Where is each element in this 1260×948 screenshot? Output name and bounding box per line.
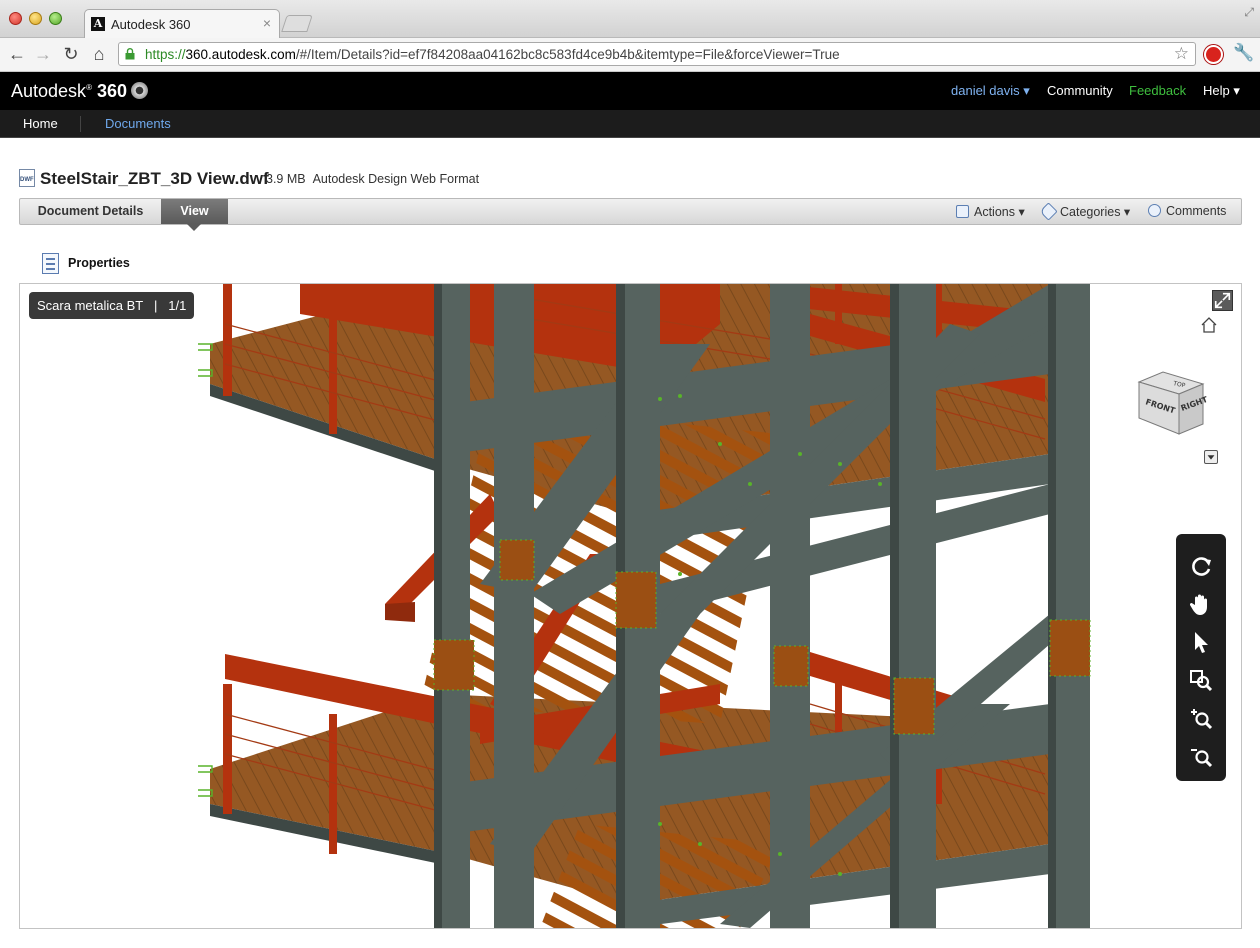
tab-title: Autodesk 360	[111, 17, 191, 32]
document-title: SteelStair_ZBT_3D View.dwf	[40, 169, 269, 188]
zoom-out-icon[interactable]	[1187, 742, 1215, 770]
home-icon[interactable]: ⌂	[88, 43, 110, 65]
fullscreen-icon[interactable]	[1212, 290, 1233, 311]
navigation-toolbar	[1176, 534, 1226, 781]
autodesk-favicon-icon: A	[91, 17, 105, 31]
tab-close-icon[interactable]: ×	[263, 15, 271, 31]
actions-icon	[956, 205, 969, 218]
sheet-name: Scara metalica BT	[37, 298, 144, 313]
categories-label: Categories	[1060, 205, 1121, 219]
url-scheme: https://	[145, 47, 186, 62]
user-name: daniel davis	[951, 83, 1020, 98]
app-header: Autodesk® 360 daniel davis ▾ Community F…	[0, 72, 1260, 110]
browser-tab[interactable]: A Autodesk 360 ×	[84, 9, 280, 38]
actions-label: Actions	[974, 205, 1015, 219]
reload-icon[interactable]: ↻	[60, 43, 82, 65]
viewcube-menu-icon[interactable]	[1204, 450, 1218, 464]
zoom-window-icon[interactable]	[1187, 666, 1215, 694]
file-size: 3.9 MB	[266, 172, 306, 186]
dwf-viewer[interactable]: Scara metalica BT | 1/1 TOP FRONT RIGHT	[19, 283, 1242, 929]
autodesk-disc-icon	[131, 82, 149, 99]
back-icon[interactable]: ←	[6, 43, 28, 65]
wrench-icon[interactable]: 🔧	[1233, 43, 1254, 63]
comment-bubble-icon	[1148, 204, 1161, 217]
sheet-indicator[interactable]: Scara metalica BT | 1/1	[29, 292, 195, 319]
brand-logo[interactable]: Autodesk® 360	[11, 81, 149, 102]
sheet-page: 1/1	[168, 298, 187, 313]
fullscreen-arrows-icon[interactable]: ⤢	[1244, 5, 1254, 20]
sub-navigation: Home Documents	[0, 110, 1260, 138]
star-icon[interactable]: ☆	[1174, 44, 1189, 64]
address-bar[interactable]: https://360.autodesk.com/#/Item/Details?…	[118, 42, 1196, 66]
view-cube[interactable]: TOP FRONT RIGHT	[1135, 366, 1207, 440]
stop-extension-icon[interactable]	[1204, 45, 1223, 64]
properties-icon[interactable]	[42, 253, 59, 274]
new-tab-button[interactable]	[281, 15, 313, 32]
url-text: https://360.autodesk.com/#/Item/Details?…	[145, 47, 840, 62]
actions-menu[interactable]: Actions ▾	[956, 204, 1025, 219]
close-window-button[interactable]	[9, 12, 22, 25]
feedback-link[interactable]: Feedback	[1129, 83, 1186, 98]
file-format: Autodesk Design Web Format	[312, 172, 480, 186]
orbit-icon[interactable]	[1187, 552, 1215, 580]
nav-home[interactable]: Home	[23, 116, 58, 131]
tab-document-details[interactable]: Document Details	[20, 199, 161, 224]
brand-text: Autodesk	[11, 81, 87, 101]
tab-view[interactable]: View	[161, 199, 228, 224]
forward-icon[interactable]: →	[32, 43, 54, 65]
nav-divider	[80, 116, 81, 132]
dwf-file-icon: DWF	[19, 169, 35, 187]
dwf-icon-label: DWF	[20, 177, 34, 183]
categories-menu[interactable]: Categories ▾	[1039, 202, 1130, 221]
view-home-icon[interactable]	[1200, 316, 1218, 334]
user-menu[interactable]: daniel davis ▾	[951, 83, 1030, 99]
select-icon[interactable]	[1187, 628, 1215, 656]
help-label: Help	[1203, 83, 1230, 98]
comments-button[interactable]: Comments	[1148, 204, 1226, 218]
document-tabs-bar: Document Details View Actions ▾ Categori…	[19, 198, 1242, 231]
properties-link[interactable]: Properties	[68, 256, 130, 270]
document-page: DWF SteelStair_ZBT_3D View.dwf 3.9 MB Au…	[0, 138, 1260, 948]
community-link[interactable]: Community	[1047, 83, 1113, 98]
zoom-in-icon[interactable]	[1187, 704, 1215, 732]
brand-number: 360	[96, 81, 128, 101]
minimize-window-button[interactable]	[29, 12, 42, 25]
nav-documents[interactable]: Documents	[105, 116, 171, 131]
steel-stair-3d-model[interactable]	[20, 284, 1241, 928]
lock-icon	[125, 48, 135, 60]
url-host: 360.autodesk.com	[185, 47, 296, 62]
help-menu[interactable]: Help ▾	[1203, 83, 1240, 99]
url-path: /#/Item/Details?id=ef7f84208aa04162bc8c5…	[295, 47, 840, 62]
active-tab-pointer	[187, 224, 201, 231]
document-meta: 3.9 MB Autodesk Design Web Format	[266, 172, 479, 186]
tag-icon	[1039, 202, 1058, 221]
zoom-window-button[interactable]	[49, 12, 62, 25]
browser-titlebar: A Autodesk 360 × ⤢	[0, 0, 1260, 38]
browser-toolbar: ← → ↻ ⌂ https://360.autodesk.com/#/Item/…	[0, 38, 1260, 72]
pan-icon[interactable]	[1187, 590, 1215, 618]
comments-label: Comments	[1166, 204, 1227, 218]
